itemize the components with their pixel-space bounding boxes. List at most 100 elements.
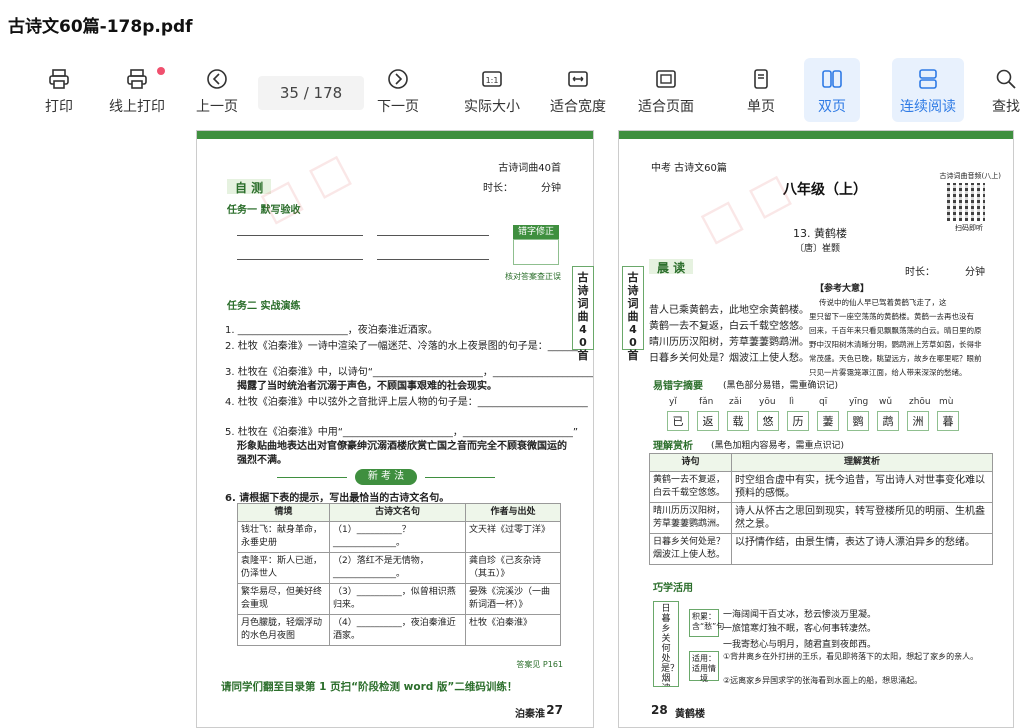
printer-icon [127, 69, 147, 89]
side-tab-left: 古诗词曲40首 [572, 266, 594, 362]
time-unit: 分钟 [541, 183, 561, 194]
correction-note: 核对答案查正误 [505, 272, 561, 281]
footer-note: 请同学们翻至目录第 1 页扫“阶段检测 word 版”二维码训练！ [221, 681, 518, 693]
meaning-line: 野中汉阳树木清晰分明，鹦鹉洲上芳草如茵，长得非 [809, 340, 982, 349]
appreciation-table: 诗句 理解赏析 黄鹤一去不复返，白云千载空悠悠。 时空组合虚中有实，抚今追昔，写… [649, 453, 993, 565]
table-row: 繁华易尽，但美好终会重现 （3）__________，似曾相识燕归来。 晏殊《浣… [237, 583, 561, 615]
poem-author: 〔唐〕崔颢 [795, 244, 841, 254]
question-3a: 3. 杜牧在《泊秦淮》中，以诗句“______________________，… [225, 367, 594, 378]
printer-icon [49, 69, 69, 89]
prev-page-button[interactable]: 上一页 [192, 58, 242, 122]
char-box: 鹦 [847, 411, 869, 431]
single-page-icon [754, 69, 768, 89]
divider [277, 477, 347, 478]
poem-line: 晴川历历汉阳树，芳草萋萋鹦鹉洲。 [649, 337, 809, 348]
double-page-label: 双页 [818, 99, 846, 115]
document-viewer[interactable]: 古诗词曲40首 时长： 分钟 自 测 任务一 默写验收 错字修正 核对答案查正误… [0, 126, 1024, 728]
table-cell: 龚自珍《己亥杂诗（其五）》 [465, 552, 561, 584]
grade-title: 八年级（上） [783, 182, 867, 198]
time-unit: 分钟 [965, 267, 985, 278]
question-5c: 强烈不满。 [237, 455, 287, 466]
side-tab-label: 古诗词曲40首 [627, 271, 639, 362]
fit-page-icon [656, 70, 676, 88]
meaning-line: 只见一片雾霭笼罩江面，给人带来深深的愁绪。 [809, 368, 967, 377]
usage-line: 一我寄愁心与明月，随君直到夜郎西。 [723, 640, 877, 650]
char-box: 洲 [907, 411, 929, 431]
poem-line: 昔人已乘黄鹤去，此地空余黄鹤楼。 [649, 305, 809, 316]
char-box: 暮 [937, 411, 959, 431]
typo-note: (黑色部分易错，需重确识记) [723, 381, 839, 391]
next-page-button[interactable]: 下一页 [374, 58, 422, 122]
page-top-bar [197, 131, 593, 139]
chevron-right-circle-icon [388, 69, 408, 89]
question-1: 1. ______________________，夜泊秦淮近酒家。 [225, 325, 438, 336]
page-label: 黄鹤楼 [675, 709, 705, 720]
usage-situation-box: 适用：适用情境 [689, 651, 719, 683]
table-row: 月色朦胧，轻烟浮动的水色月夜图 （4）__________，夜泊秦淮近酒家。 杜… [237, 614, 561, 646]
chevron-left-circle-icon [207, 69, 227, 89]
table-cell: （1）__________？______________。 [329, 521, 466, 553]
table-cell: 黄鹤一去不复返，白云千载空悠悠。 [649, 471, 732, 503]
usage-situation-label: 适用：适用情境 [692, 654, 716, 683]
page-indicator[interactable]: 35 / 178 [258, 76, 364, 110]
table-row: 袁隆平：斯人已逝，仍泽世人 （2）落红不是无情物，______________。… [237, 552, 561, 584]
pinyin-label: yīng [849, 397, 869, 407]
poem-line: 日暮乡关何处是？烟波江上使人愁。 [649, 353, 809, 364]
usage-line: 一海阔闻干百丈冰，愁云惨淡万里凝。 [723, 610, 877, 620]
next-page-label: 下一页 [377, 99, 419, 115]
usage-line: ①背井离乡在外打拼的王乐，看见即将落下的太阳，想起了家乡的亲人。 [723, 652, 979, 661]
char-box: 已 [667, 411, 689, 431]
table-cell: 月色朦胧，轻烟浮动的水色月夜图 [237, 614, 330, 646]
continuous-read-label: 连续阅读 [900, 99, 956, 115]
search-button[interactable]: 查找 [988, 58, 1024, 122]
question-5b: 形象贴曲地表达出对官僚豪绅沉溺酒楼欣赏亡国之音而完全不顾衰微国运的 [237, 441, 567, 452]
char-box: 载 [727, 411, 749, 431]
blank-line [377, 235, 489, 236]
side-tab-label: 古诗词曲40首 [577, 271, 589, 362]
appreciation-title: 理解赏析 [653, 441, 693, 452]
table-row: 日暮乡关何处是？烟波江上使人愁。 以抒情作结，由景生情，表达了诗人漂泊异乡的愁绪… [649, 533, 993, 565]
char-box: 萋 [817, 411, 839, 431]
table-cell: 诗人从怀古之思回到现实，转写登楼所见的明丽、生机盎然之景。 [731, 502, 993, 534]
meaning-line: 传说中的仙人早已驾着黄鹤飞走了，这 [819, 298, 947, 307]
toolbar: 打印 线上打印 上一页 35 / 178 下一页 1:1 实际大小 适合宽度 适… [0, 58, 1024, 126]
qr-code[interactable] [947, 183, 985, 221]
double-page-button[interactable]: 双页 [804, 58, 860, 122]
correction-box-title: 错字修正 [513, 225, 559, 239]
blank-line [237, 259, 363, 260]
divider [425, 477, 495, 478]
table-cell: 晏殊《浣溪沙（一曲新词酒一杯）》 [465, 583, 561, 615]
usage-line: ②远离家乡异国求学的张海看到水面上的船，想思涌起。 [723, 676, 923, 685]
table-cell: 袁隆平：斯人已逝，仍泽世人 [237, 552, 330, 584]
question-2: 2. 杜牧《泊秦淮》一诗中渲染了一幅迷茫、冷落的水上夜景图的句子是：______ [225, 341, 578, 352]
time-label: 时长： [905, 267, 935, 278]
usage-title: 巧学活用 [653, 583, 693, 594]
table-header: 诗句 [649, 453, 732, 472]
time-label: 时长： [483, 183, 513, 194]
usage-vertical-text: 日暮乡关何处是？烟波江上使人愁。 [661, 604, 679, 686]
continuous-read-button[interactable]: 连续阅读 [892, 58, 964, 122]
table-header: 理解赏析 [731, 453, 993, 472]
usage-accumulate-label: 积累：含“愁”句 [692, 612, 725, 631]
poem-line: 黄鹤一去不复返，白云千载空悠悠。 [649, 321, 809, 332]
print-button[interactable]: 打印 [36, 58, 82, 122]
meaning-line: 常茂盛。天色已晚，眺望远方，故乡在哪里呢？眼前 [809, 354, 982, 363]
right-page: 中考 古诗文60篇 八年级（上） 古诗词曲音频(八上) 扫码即听 13. 黄鹤楼… [618, 130, 1014, 728]
actual-size-button[interactable]: 1:1 实际大小 [460, 58, 524, 122]
fit-width-button[interactable]: 适合宽度 [546, 58, 610, 122]
side-tab-right: 古诗词曲40首 [622, 266, 644, 362]
fit-page-label: 适合页面 [638, 99, 694, 115]
table-cell: （3）__________，似曾相识燕归来。 [329, 583, 466, 615]
fit-page-button[interactable]: 适合页面 [634, 58, 698, 122]
meaning-line: 里只留下一座空荡荡的黄鹤楼。黄鹤一去再也没有 [809, 312, 974, 321]
section-self-test: 自 测 [227, 179, 272, 195]
typo-title: 易错字摘要 [653, 381, 703, 392]
char-box: 悠 [757, 411, 779, 431]
actual-size-icon: 1:1 [482, 71, 502, 87]
single-page-button[interactable]: 单页 [738, 58, 784, 122]
table-cell: 钱壮飞：献身革命，永垂史册 [237, 521, 330, 553]
double-page-icon [822, 70, 842, 88]
pinyin-label: zǎi [729, 397, 742, 407]
table-cell: 繁华易尽，但美好终会重现 [237, 583, 330, 615]
table-row: 钱壮飞：献身革命，永垂史册 （1）__________？____________… [237, 521, 561, 553]
